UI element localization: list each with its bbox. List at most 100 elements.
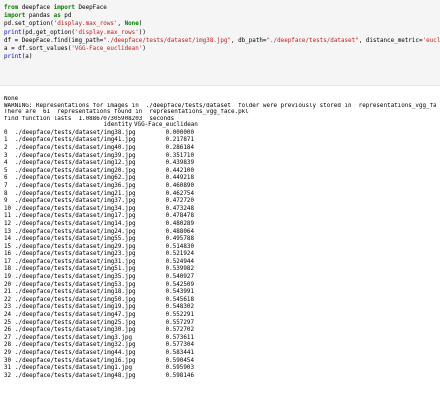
row-index: 0 (4, 129, 8, 136)
row-distance: 0.548302 (165, 304, 194, 311)
row-distance: 0.462754 (165, 190, 194, 197)
row-index: 17 (4, 258, 12, 265)
table-row: 13 ./deepface/tests/dataset/img24.jpg 0.48… (4, 229, 436, 237)
table-row: 0 ./deepface/tests/dataset/img38.jpg 0.000… (4, 130, 436, 138)
table-row: 20 ./deepface/tests/dataset/img53.jpg 0.54… (4, 282, 436, 290)
code-token: 'display.max_rows' (53, 21, 118, 28)
row-index: 6 (4, 175, 8, 182)
row-distance: 0.552291 (165, 312, 194, 319)
table-row: 11 ./deepface/tests/dataset/img17.jpg 0.47… (4, 213, 436, 221)
table-row: 1 ./deepface/tests/dataset/img41.jpg 0.217… (4, 137, 436, 145)
code-token: deepface (18, 5, 54, 11)
code-token: , (117, 21, 125, 28)
row-distance: 0.590454 (165, 357, 194, 364)
row-index: 19 (4, 274, 12, 281)
row-index: 32 (4, 372, 12, 379)
table-row: 32 ./deepface/tests/dataset/img48.jpg 0.59… (4, 373, 436, 381)
row-index: 23 (4, 304, 12, 311)
table-row: 29 ./deepface/tests/dataset/img44.jpg 0.58… (4, 350, 436, 358)
row-identity: ./deepface/tests/dataset/img62.jpg (15, 175, 136, 182)
row-identity: ./deepface/tests/dataset/img40.jpg (15, 144, 136, 151)
row-distance: 0.480289 (165, 220, 194, 227)
row-identity: ./deepface/tests/dataset/img36.jpg (15, 182, 136, 189)
row-distance: 0.286184 (165, 144, 194, 151)
code-token: DeepFace (74, 5, 107, 11)
table-row: 3 ./deepface/tests/dataset/img39.jpg 0.351… (4, 153, 436, 161)
row-distance: 0.478478 (165, 213, 194, 220)
code-line: print(a) (4, 53, 440, 61)
row-identity: ./deepface/tests/dataset/img39.jpg (15, 152, 136, 159)
row-index: 5 (4, 167, 8, 174)
row-identity: ./deepface/tests/dataset/img29.jpg (15, 243, 136, 250)
code-token: a = df.sort_values( (4, 45, 72, 52)
row-index: 22 (4, 296, 12, 303)
row-distance: 0.577304 (165, 342, 194, 349)
table-row: 7 ./deepface/tests/dataset/img36.jpg 0.460… (4, 183, 436, 191)
row-identity: ./deepface/tests/dataset/img47.jpg (15, 312, 136, 319)
row-index: 18 (4, 266, 12, 273)
code-token: from (4, 5, 19, 11)
code-token: pd.set_option( (4, 21, 54, 28)
code-token: as (53, 13, 61, 20)
code-token: ) (142, 45, 146, 52)
row-distance: 0.542509 (165, 281, 194, 288)
row-identity: ./deepface/tests/dataset/img51.jpg (15, 266, 136, 273)
code-cell[interactable]: from deepface import DeepFace import pand… (0, 0, 440, 86)
table-header: identity VGG-Face_euclidean (4, 122, 436, 130)
row-distance: 0.442100 (165, 167, 194, 174)
code-token: import (4, 13, 26, 20)
row-index: 12 (4, 220, 12, 227)
code-line: from deepface import DeepFace (4, 4, 440, 12)
code-token: print (4, 29, 22, 36)
table-row: 22 ./deepface/tests/dataset/img50.jpg 0.54… (4, 297, 436, 305)
row-distance: 0.557297 (165, 319, 194, 326)
row-identity: ./deepface/tests/dataset/img37.jpg (15, 198, 136, 205)
table-row: 28 ./deepface/tests/dataset/img32.jpg 0.57… (4, 342, 436, 350)
row-distance: 0.473248 (165, 205, 194, 212)
row-distance: 0.449218 (165, 175, 194, 182)
row-index: 29 (4, 350, 12, 356)
row-identity: ./deepface/tests/dataset/img31.jpg (15, 258, 136, 265)
row-index: 7 (4, 182, 8, 189)
code-token: import (53, 5, 75, 11)
row-distance: 0.514830 (165, 243, 194, 250)
code-line: import pandas as pd (4, 12, 440, 20)
code-token: None (124, 21, 139, 28)
row-index: 11 (4, 213, 12, 220)
row-identity: ./deepface/tests/dataset/img55.jpg (15, 236, 136, 243)
code-line: a = df.sort_values('VGG-Face_euclidean') (4, 45, 440, 53)
table-row: 24 ./deepface/tests/dataset/img47.jpg 0.55… (4, 312, 436, 320)
row-distance: 0.351710 (165, 152, 194, 159)
row-identity: ./deepface/tests/dataset/img3.jpg (15, 334, 133, 341)
code-token: 'display.max_rows' (74, 29, 139, 36)
table-row: 27 ./deepface/tests/dataset/img3.jpg 0.573… (4, 335, 436, 343)
row-identity: ./deepface/tests/dataset/img32.jpg (15, 342, 136, 349)
table-row: 4 ./deepface/tests/dataset/img12.jpg 0.439… (4, 160, 436, 168)
column-header-identity: identity (103, 122, 132, 129)
code-token: "./deepface/tests/dataset/img38.jpg" (103, 37, 231, 44)
row-identity: ./deepface/tests/dataset/img20.jpg (15, 167, 136, 174)
row-index: 1 (4, 137, 8, 144)
row-identity: ./deepface/tests/dataset/img19.jpg (15, 304, 136, 311)
row-distance: 0.439839 (165, 160, 194, 167)
table-row: 14 ./deepface/tests/dataset/img55.jpg 0.49… (4, 236, 436, 244)
code-line: print(pd.get_option('display.max_rows')) (4, 29, 440, 37)
row-distance: 0.521924 (165, 251, 194, 258)
table-row: 21 ./deepface/tests/dataset/img18.jpg 0.54… (4, 289, 436, 297)
row-index: 10 (4, 205, 12, 212)
row-identity: ./deepface/tests/dataset/img38.jpg (15, 129, 136, 136)
row-identity: ./deepface/tests/dataset/img18.jpg (15, 289, 136, 296)
code-token: pandas (25, 13, 54, 20)
row-distance: 0.573611 (165, 334, 194, 341)
row-identity: ./deepface/tests/dataset/img41.jpg (15, 137, 136, 144)
row-distance: 0.595903 (165, 365, 194, 372)
row-distance: 0.000000 (165, 129, 194, 136)
table-row: 8 ./deepface/tests/dataset/img21.jpg 0.462… (4, 191, 436, 199)
table-row: 23 ./deepface/tests/dataset/img19.jpg 0.54… (4, 304, 436, 312)
column-header-distance: VGG-Face_euclidean (134, 122, 198, 129)
row-distance: 0.543991 (165, 289, 194, 296)
table-row: 25 ./deepface/tests/dataset/img25.jpg 0.55… (4, 320, 436, 328)
row-identity: ./deepface/tests/dataset/img35.jpg (15, 274, 136, 281)
table-body: 0 ./deepface/tests/dataset/img38.jpg 0.000… (4, 130, 436, 381)
table-row: 19 ./deepface/tests/dataset/img35.jpg 0.54… (4, 274, 436, 282)
